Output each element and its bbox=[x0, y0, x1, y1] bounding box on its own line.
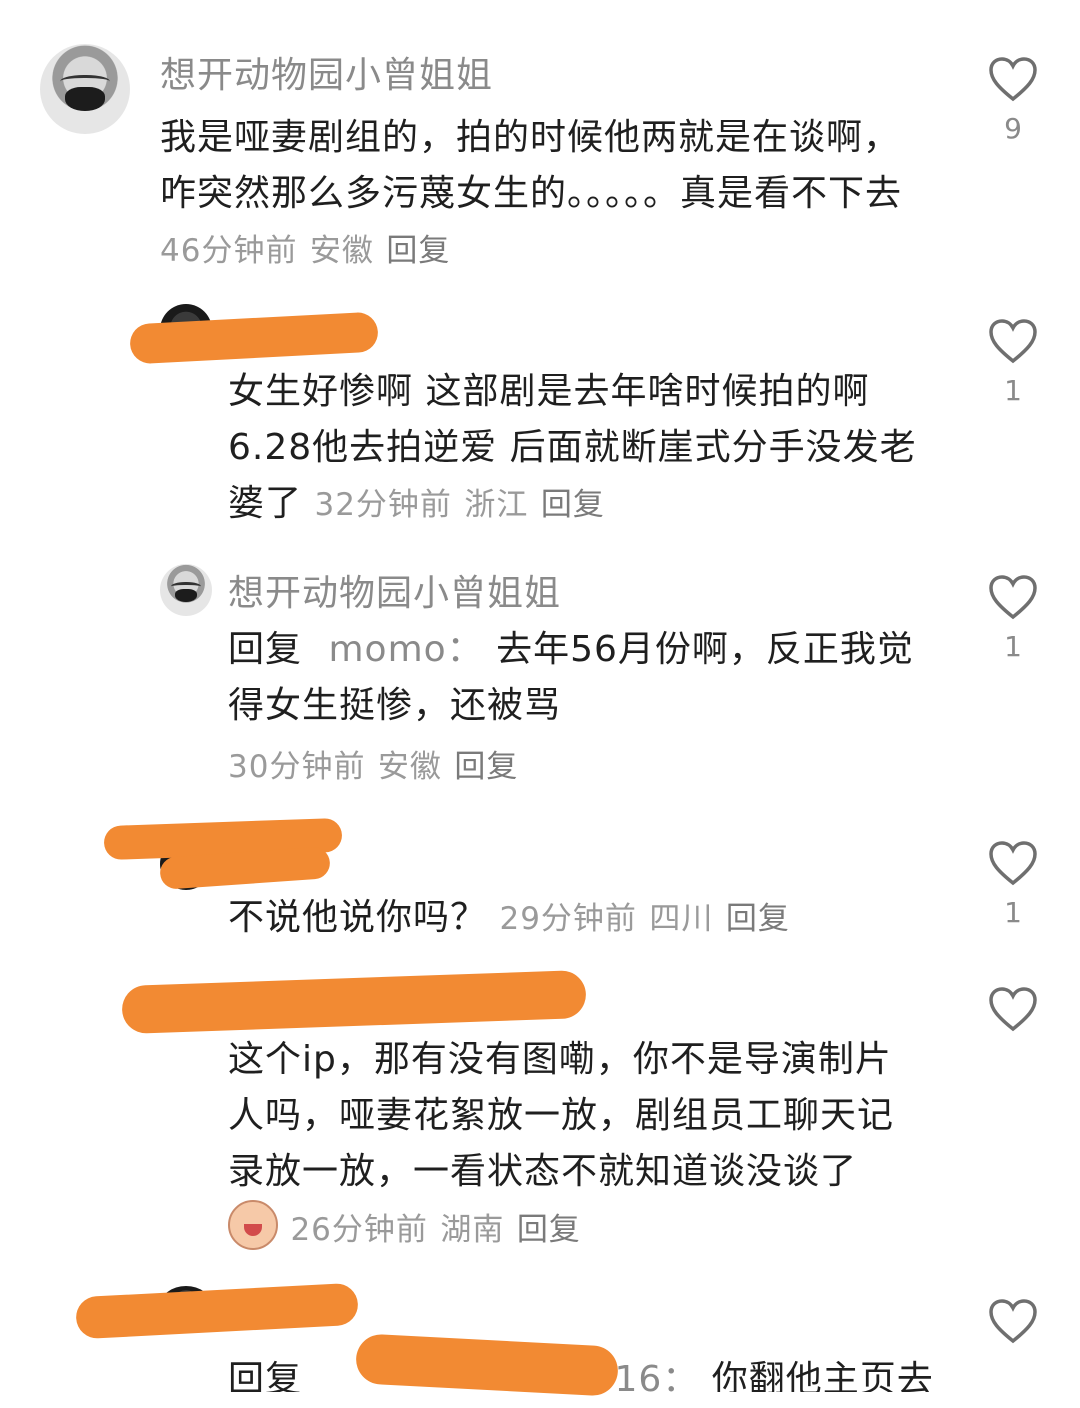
comment-text: 不说他说你吗？ 29分钟前 四川 回复 bbox=[228, 890, 928, 947]
like-count: 9 bbox=[1004, 112, 1022, 145]
heart-outline-icon bbox=[989, 575, 1037, 620]
reply-button[interactable]: 回复 bbox=[726, 901, 790, 937]
like-button[interactable]: 9 bbox=[985, 56, 1041, 145]
comment-username[interactable]: 想开动物园小曾姐姐 bbox=[228, 564, 561, 616]
comment-text: 回复 momo： 去年56月份啊，反正我觉得女生挺惨，还被骂 bbox=[228, 622, 928, 734]
comment-text: 我是哑妻剧组的，拍的时候他两就是在谈啊，咋突然那么多污蔑女生的。。。。。真是看不… bbox=[160, 110, 930, 279]
reply-button[interactable]: 回复 bbox=[517, 1212, 581, 1248]
comment-time: 32分钟前 bbox=[314, 487, 452, 523]
reply-button[interactable]: 回复 bbox=[454, 749, 518, 785]
heart-outline-icon bbox=[989, 1299, 1037, 1344]
redaction-scribble bbox=[75, 1282, 359, 1340]
redaction-scribble bbox=[121, 969, 587, 1035]
avatar[interactable] bbox=[40, 44, 130, 134]
like-count: 1 bbox=[1004, 374, 1022, 407]
comment-body: 不说他说你吗？ bbox=[228, 897, 488, 938]
comment-body: 我是哑妻剧组的，拍的时候他两就是在谈啊，咋突然那么多污蔑女生的。。。。。真是看不… bbox=[160, 117, 903, 214]
comment-time: 29分钟前 bbox=[499, 901, 637, 937]
comment-meta-row: 30分钟前 安徽 回复 bbox=[228, 738, 928, 795]
like-count: 1 bbox=[1004, 630, 1022, 663]
mention-link[interactable]: 16： bbox=[614, 1359, 699, 1392]
comment-username[interactable]: 想开动物园小曾姐姐 bbox=[160, 46, 493, 98]
comment-location: 湖南 bbox=[440, 1212, 505, 1248]
comment-text: 女生好惨啊 这部剧是去年啥时候拍的啊 6.28他去拍逆爱 后面就断崖式分手没发老… bbox=[228, 364, 928, 533]
crying-face-emoji bbox=[228, 1200, 278, 1250]
like-button[interactable] bbox=[985, 986, 1041, 1042]
comment-location: 四川 bbox=[649, 901, 714, 937]
reply-button[interactable]: 回复 bbox=[386, 233, 450, 269]
comment-text: 这个ip，那有没有图嘞，你不是导演制片人吗，哑妻花絮放一放，剧组员工聊天记录放一… bbox=[228, 1032, 918, 1258]
like-count: 1 bbox=[1004, 896, 1022, 929]
like-button[interactable] bbox=[985, 1298, 1041, 1344]
heart-outline-icon bbox=[989, 319, 1037, 364]
comment-text: 回复 16： 你翻他主页去 bbox=[228, 1352, 988, 1392]
avatar[interactable] bbox=[160, 564, 212, 616]
comment-time: 46分钟前 bbox=[160, 233, 298, 269]
like-button[interactable]: 1 bbox=[985, 840, 1041, 929]
heart-outline-icon bbox=[989, 841, 1037, 886]
comment-body: 这个ip，那有没有图嘞，你不是导演制片人吗，哑妻花絮放一放，剧组员工聊天记录放一… bbox=[228, 1039, 895, 1192]
reply-prefix: 回复 bbox=[228, 629, 303, 670]
comment-time: 30分钟前 bbox=[228, 749, 366, 785]
comment-location: 浙江 bbox=[464, 487, 529, 523]
comment-location: 安徽 bbox=[377, 749, 442, 785]
mention-link[interactable]: momo： bbox=[328, 629, 483, 670]
reply-prefix: 回复 bbox=[228, 1359, 303, 1392]
heart-outline-icon bbox=[989, 57, 1037, 102]
like-button[interactable]: 1 bbox=[985, 318, 1041, 407]
heart-outline-icon bbox=[989, 987, 1037, 1032]
comment-body: 你翻他主页去 bbox=[711, 1359, 934, 1392]
comment-location: 安徽 bbox=[309, 233, 374, 269]
reply-button[interactable]: 回复 bbox=[541, 487, 605, 523]
like-button[interactable]: 1 bbox=[985, 574, 1041, 663]
comment-time: 26分钟前 bbox=[290, 1212, 428, 1248]
